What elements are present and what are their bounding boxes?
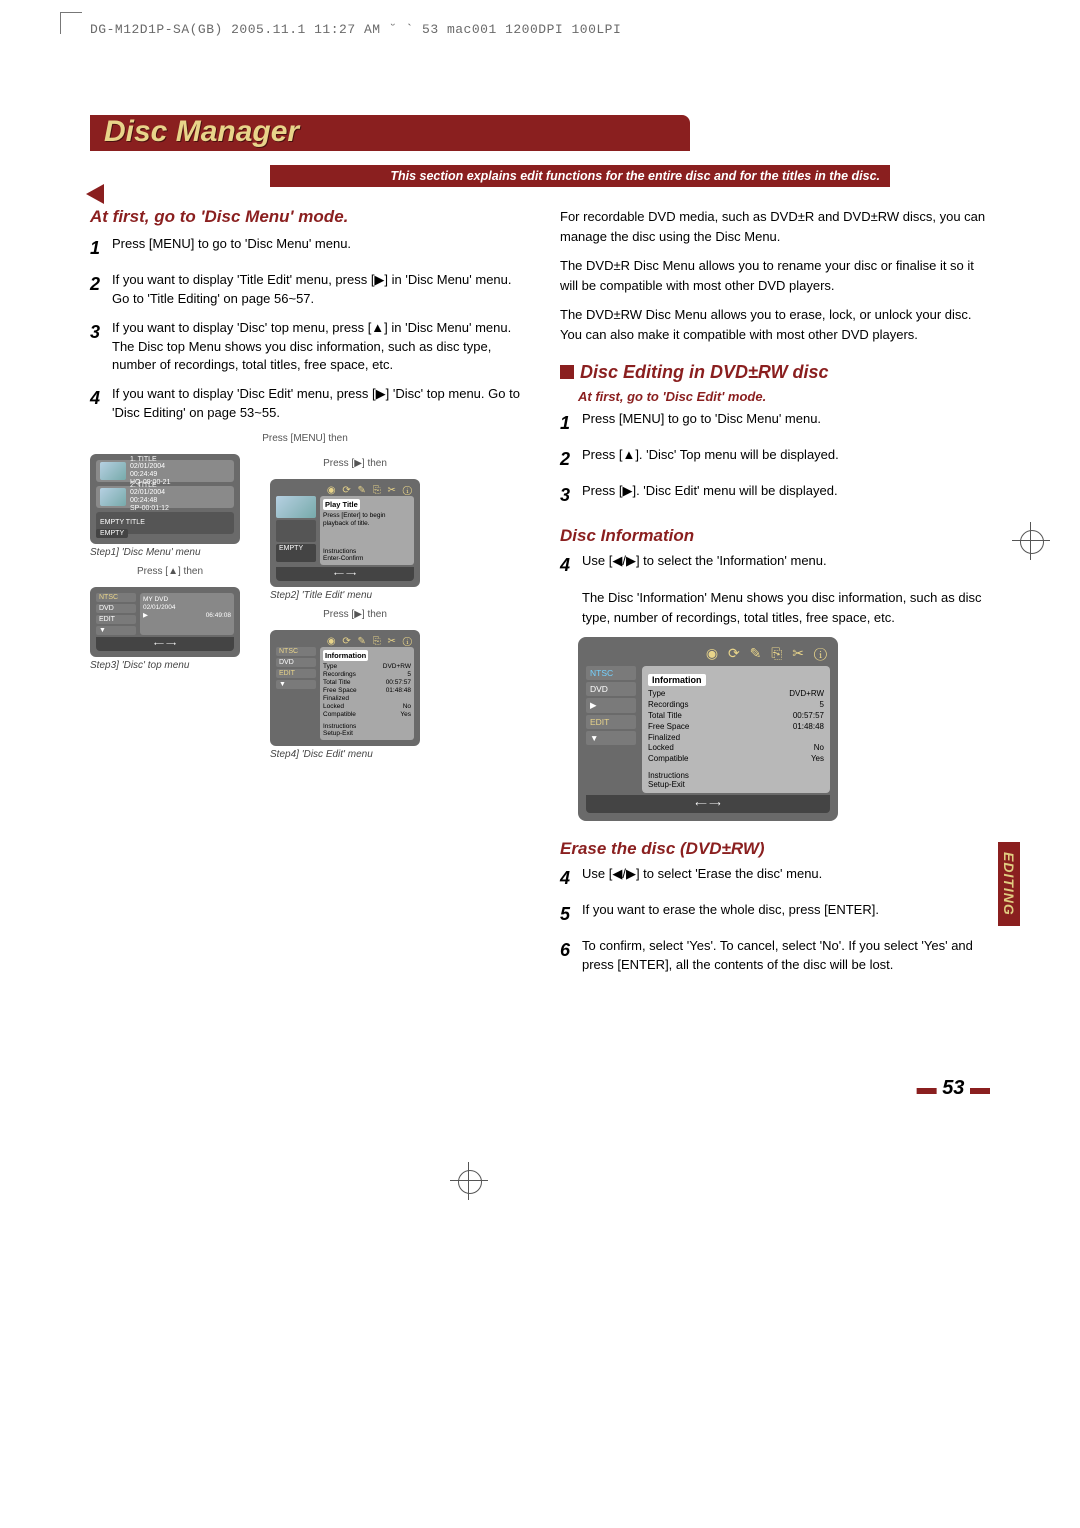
press-play-caption-2: Press [▶] then — [270, 609, 440, 620]
disc-edit-steps: 1Press [MENU] to go to 'Disc Menu' menu.… — [560, 410, 990, 508]
crop-mark — [60, 12, 82, 34]
register-mark-icon — [450, 1162, 488, 1200]
step1-caption: Step1] 'Disc Menu' menu — [90, 547, 250, 558]
erase-steps: 4Use [◀/▶] to select 'Erase the disc' me… — [560, 865, 990, 975]
osd-disc-edit: ◉ ⟳ ✎ ⎘ ✂ ⓘ NTSC DVD EDIT ▼ Information … — [270, 630, 420, 747]
page-number: ▬ 53 ▬ — [917, 1077, 990, 1100]
page-title: Disc Manager — [104, 115, 299, 149]
page-subtitle: This section explains edit functions for… — [270, 165, 890, 187]
disc-menu-steps: 1Press [MENU] to go to 'Disc Menu' menu.… — [90, 235, 520, 423]
disc-information-heading: Disc Information — [560, 526, 990, 546]
step4-caption: Step4] 'Disc Edit' menu — [270, 749, 440, 760]
erase-disc-heading: Erase the disc (DVD±RW) — [560, 839, 990, 859]
step-text: Press [MENU] to go to 'Disc Menu' menu. — [112, 235, 520, 261]
red-square-icon — [560, 365, 574, 379]
step3-caption: Step3] 'Disc' top menu — [90, 660, 250, 671]
disc-editing-heading: Disc Editing in DVD±RW disc — [560, 362, 990, 383]
left-arrow-icon — [86, 184, 104, 204]
print-header: DG-M12D1P-SA(GB) 2005.11.1 11:27 AM ˘ ` … — [90, 22, 990, 37]
press-menu-caption: Press [MENU] then — [90, 433, 520, 444]
osd-title-edit: ◉ ⟳ ✎ ⎘ ✂ ⓘ EMPTY Play Title Press [Ente… — [270, 479, 420, 587]
disc-menu-mode-heading: At first, go to 'Disc Menu' mode. — [90, 207, 520, 227]
right-column: For recordable DVD media, such as DVD±R … — [560, 207, 990, 985]
osd-information-panel: ◉ ⟳ ✎ ⎘ ✂ ⓘ NTSC DVD ▶ EDIT ▼ Informatio… — [578, 637, 838, 821]
title-band: Disc Manager — [90, 107, 990, 151]
empty-badge: EMPTY — [96, 529, 128, 538]
step-number: 1 — [90, 235, 112, 261]
disc-info-body: The Disc 'Information' Menu shows you di… — [582, 588, 990, 627]
osd-disc-menu: 1. TITLE02/01/200400:24:49HQ-09:00-21 2.… — [90, 454, 240, 544]
disc-info-steps: 4Use [◀/▶] to select the 'Information' m… — [560, 552, 990, 578]
press-up-caption: Press [▲] then — [90, 566, 250, 577]
step-text: If you want to display 'Title Edit' menu… — [112, 271, 520, 309]
step-number: 2 — [90, 271, 112, 309]
left-column: At first, go to 'Disc Menu' mode. 1Press… — [90, 207, 520, 985]
intro-paragraph: The DVD±RW Disc Menu allows you to erase… — [560, 305, 990, 344]
step-text: If you want to display 'Disc' top menu, … — [112, 319, 520, 376]
step-text: If you want to display 'Disc Edit' menu,… — [112, 385, 520, 423]
step-number: 4 — [90, 385, 112, 423]
intro-paragraph: The DVD±R Disc Menu allows you to rename… — [560, 256, 990, 295]
osd-icon-row: ◉ ⟳ ✎ ⎘ ✂ ⓘ — [586, 645, 830, 662]
side-tab-editing: EDITING — [998, 842, 1020, 926]
intro-paragraph: For recordable DVD media, such as DVD±R … — [560, 207, 990, 246]
step2-caption: Step2] 'Title Edit' menu — [270, 590, 440, 601]
register-mark-icon — [1012, 522, 1050, 560]
osd-icon-row: ◉ ⟳ ✎ ⎘ ✂ ⓘ — [276, 485, 414, 496]
osd-disc-top: NTSC DVD EDIT ▼ MY DVD 02/01/2004 ▶06:49… — [90, 587, 240, 657]
disc-edit-mode-heading: At first, go to 'Disc Edit' mode. — [578, 389, 990, 404]
press-play-caption: Press [▶] then — [270, 458, 440, 469]
step-number: 3 — [90, 319, 112, 376]
